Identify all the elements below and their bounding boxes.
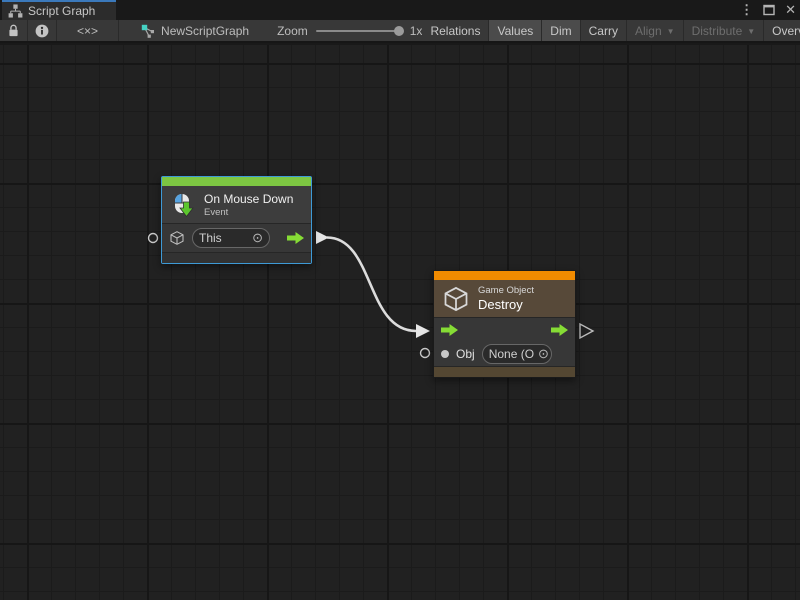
connection-wire[interactable] — [327, 238, 416, 332]
event-accent-bar — [162, 177, 311, 186]
destroy-obj-input-port[interactable] — [421, 349, 430, 358]
node-subtitle: Event — [204, 207, 293, 218]
zoom-value: 1x — [410, 24, 423, 38]
target-picker-icon[interactable]: ⊙ — [252, 230, 263, 246]
obj-port-label: Obj — [456, 347, 475, 361]
titlebar: Script Graph ⋮ ✕ — [0, 0, 800, 20]
zoom-slider-knob[interactable] — [394, 26, 404, 36]
mouse-down-icon — [170, 192, 196, 218]
toolbar-button-dim[interactable]: Dim — [542, 20, 580, 41]
zoom-slider[interactable] — [316, 30, 402, 32]
destroy-flow-output-port[interactable] — [580, 324, 593, 338]
target-object-field[interactable]: This ⊙ — [192, 228, 270, 248]
info-icon — [35, 24, 49, 38]
zoom-control: Zoom 1x — [277, 20, 422, 41]
lock-icon — [7, 23, 20, 38]
node-footer — [162, 252, 311, 263]
destroy-accent-bar — [434, 271, 575, 280]
inspect-button[interactable] — [28, 20, 57, 41]
sitemap-icon — [8, 4, 23, 18]
node-category: Game Object — [478, 285, 534, 296]
gameobject-cube-icon — [442, 285, 470, 313]
lock-button[interactable] — [0, 20, 28, 41]
menu-kebab-icon[interactable]: ⋮ — [740, 0, 753, 20]
maximize-icon[interactable] — [763, 4, 775, 16]
node-title: On Mouse Down — [204, 192, 293, 206]
graph-name-breadcrumb[interactable]: NewScriptGraph — [141, 20, 249, 41]
wire-end-arrow — [416, 324, 430, 338]
toolbar-button-carry[interactable]: Carry — [581, 20, 627, 41]
flow-output-arrow[interactable] — [551, 324, 568, 336]
gameobject-cube-icon — [169, 230, 185, 246]
graph-name-label: NewScriptGraph — [161, 24, 249, 38]
obj-port-dot[interactable] — [441, 350, 449, 358]
flow-output-arrow[interactable] — [287, 232, 304, 244]
toolbar-button-relations[interactable]: Relations — [422, 20, 489, 41]
graph-canvas[interactable]: On Mouse Down Event This ⊙ — [0, 45, 800, 600]
node-footer — [434, 366, 575, 377]
node-destroy[interactable]: Game Object Destroy Obj No — [433, 270, 576, 378]
script-graph-window: Script Graph ⋮ ✕ <×> — [0, 0, 800, 600]
node-title: Destroy — [478, 297, 534, 312]
target-picker-icon[interactable]: ⊙ — [538, 346, 549, 362]
toolbar-button-align[interactable]: Align ▼ — [627, 20, 684, 41]
code-view-button[interactable]: <×> — [57, 20, 119, 41]
tab-label: Script Graph — [28, 4, 95, 18]
chevron-down-icon: ▼ — [747, 27, 755, 36]
toolbar-button-values[interactable]: Values — [489, 20, 542, 41]
flow-input-arrow[interactable] — [441, 324, 458, 336]
close-icon[interactable]: ✕ — [785, 0, 796, 20]
chevron-down-icon: ▼ — [667, 27, 675, 36]
tab-script-graph[interactable]: Script Graph — [2, 0, 116, 20]
obj-object-field[interactable]: None (O ⊙ — [482, 344, 552, 364]
wire-start-arrow — [316, 231, 329, 244]
node-on-mouse-down[interactable]: On Mouse Down Event This ⊙ — [161, 176, 312, 264]
wire-layer — [0, 45, 800, 600]
graph-icon — [141, 24, 155, 38]
toolbar-button-distribute[interactable]: Distribute ▼ — [684, 20, 765, 41]
toolbar-button-overview[interactable]: Overview — [764, 20, 800, 41]
code-icon: <×> — [77, 24, 98, 38]
event-target-input-port[interactable] — [149, 234, 158, 243]
zoom-label: Zoom — [277, 24, 308, 38]
toolbar: <×> NewScriptGraph Zoom 1x Relations Val… — [0, 20, 800, 43]
